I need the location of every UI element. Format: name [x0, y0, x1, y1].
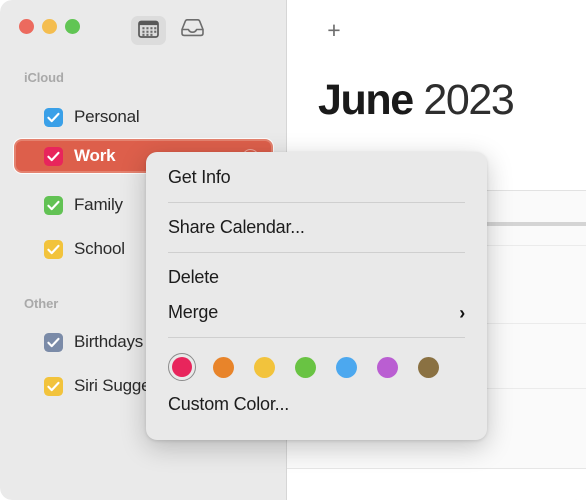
menu-item-label: Delete	[168, 267, 219, 287]
color-swatch-brown[interactable]	[414, 353, 442, 381]
color-swatch-blue[interactable]	[332, 353, 360, 381]
color-swatch-red[interactable]	[168, 353, 196, 381]
sidebar-section-other-title: Other	[24, 296, 59, 311]
inbox-button[interactable]	[175, 16, 210, 45]
color-dot	[253, 356, 275, 378]
checkbox-personal[interactable]	[44, 107, 63, 127]
context-menu: Get Info Share Calendar... Delete Merge …	[146, 152, 487, 440]
color-dot	[335, 356, 357, 378]
color-swatch-purple[interactable]	[373, 353, 401, 381]
menu-item-label: Get Info	[168, 167, 231, 187]
menu-item-custom-color[interactable]: Custom Color...	[146, 387, 487, 422]
traffic-lights	[19, 19, 80, 34]
calendar-view-button[interactable]	[131, 16, 166, 45]
sidebar-item-label: Birthdays	[74, 332, 144, 351]
sidebar-item-personal[interactable]: Personal	[12, 102, 275, 132]
menu-item-merge[interactable]: Merge ›	[146, 295, 487, 330]
add-event-button[interactable]: +	[323, 18, 345, 41]
close-button[interactable]	[19, 19, 34, 34]
calendar-window: iCloud Personal Work Family School Other…	[0, 0, 586, 500]
grid-footer	[287, 469, 586, 500]
menu-item-get-info[interactable]: Get Info	[146, 160, 487, 195]
sidebar-section-icloud-title: iCloud	[24, 70, 64, 85]
menu-separator	[168, 202, 465, 203]
color-swatch-green[interactable]	[291, 353, 319, 381]
menu-item-delete[interactable]: Delete	[146, 260, 487, 295]
checkbox-school[interactable]	[44, 239, 63, 259]
sidebar-item-label: Work	[74, 146, 116, 165]
color-swatch-yellow[interactable]	[250, 353, 278, 381]
menu-item-share-calendar[interactable]: Share Calendar...	[146, 210, 487, 245]
sidebar-item-label: Family	[74, 195, 123, 214]
year-label: 2023	[423, 76, 514, 124]
color-swatch-row	[146, 345, 487, 387]
sidebar-item-label: School	[74, 239, 125, 258]
minimize-button[interactable]	[42, 19, 57, 34]
checkbox-birthdays[interactable]	[44, 332, 63, 352]
maximize-button[interactable]	[65, 19, 80, 34]
color-dot	[376, 356, 398, 378]
color-dot	[417, 356, 439, 378]
checkbox-work[interactable]	[44, 146, 63, 166]
checkbox-family[interactable]	[44, 195, 63, 215]
inbox-icon	[180, 18, 205, 43]
calendar-icon	[138, 19, 159, 43]
month-label: June	[318, 76, 414, 124]
color-swatch-orange[interactable]	[209, 353, 237, 381]
menu-separator	[168, 252, 465, 253]
page-title: June 2023	[318, 76, 515, 125]
chevron-right-icon: ›	[459, 302, 465, 323]
toolbar-buttons	[131, 16, 210, 45]
menu-separator	[168, 337, 465, 338]
sidebar-item-label: Personal	[74, 107, 140, 126]
menu-item-label: Merge	[168, 302, 219, 322]
menu-item-label: Custom Color...	[168, 394, 290, 414]
checkbox-siri-suggestions[interactable]	[44, 376, 63, 396]
menu-item-label: Share Calendar...	[168, 217, 305, 237]
color-dot	[172, 357, 192, 377]
color-dot	[212, 356, 234, 378]
color-dot	[294, 356, 316, 378]
